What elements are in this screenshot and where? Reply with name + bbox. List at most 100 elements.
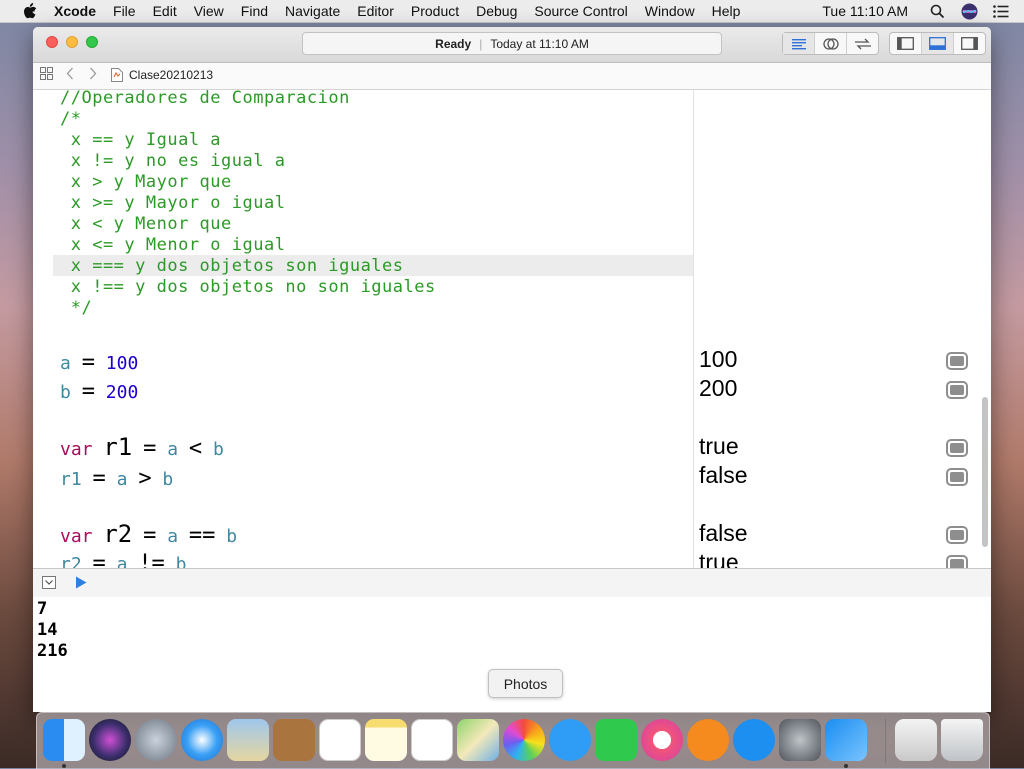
finder-icon[interactable] bbox=[43, 719, 85, 761]
code-identifier: b bbox=[226, 526, 238, 547]
toggle-navigator-button[interactable] bbox=[890, 33, 922, 54]
toggle-inspector-button[interactable] bbox=[954, 33, 985, 54]
code-identifier: b bbox=[162, 469, 174, 490]
minimize-window-button[interactable] bbox=[66, 36, 78, 48]
code-comment-line: x <= y Menor o igual bbox=[60, 235, 286, 255]
siri-icon[interactable] bbox=[960, 2, 978, 20]
quick-look-button[interactable] bbox=[946, 352, 968, 370]
menu-navigate[interactable]: Navigate bbox=[285, 3, 340, 19]
code-operator: = bbox=[143, 523, 157, 548]
navigator-panel-icon bbox=[897, 37, 914, 50]
assistant-editor-button[interactable] bbox=[815, 33, 847, 54]
code-identifier: a bbox=[116, 554, 128, 568]
code-identifier: a bbox=[167, 439, 179, 460]
photos-icon[interactable] bbox=[503, 719, 545, 761]
code-operator: > bbox=[138, 466, 152, 491]
result-value: 200 bbox=[699, 375, 738, 401]
app-store-icon[interactable] bbox=[733, 719, 775, 761]
console-line: 14 bbox=[37, 620, 58, 640]
quick-look-button[interactable] bbox=[946, 468, 968, 486]
playground-file-icon bbox=[111, 68, 123, 85]
code-comment-line: /* bbox=[60, 109, 82, 129]
menu-debug[interactable]: Debug bbox=[476, 3, 517, 19]
code-line-r2: var r2 = a == b bbox=[60, 520, 237, 548]
panel-toggle-group bbox=[889, 32, 986, 55]
code-comment-line: x > y Mayor que bbox=[60, 172, 232, 192]
quick-look-button[interactable] bbox=[946, 555, 968, 568]
code-line-r1: var r1 = a < b bbox=[60, 433, 224, 461]
siri-icon[interactable] bbox=[89, 719, 131, 761]
menu-editor[interactable]: Editor bbox=[357, 3, 394, 19]
reminders-icon[interactable] bbox=[411, 719, 453, 761]
quick-look-button[interactable] bbox=[946, 439, 968, 457]
activity-timestamp: Today at 11:10 AM bbox=[490, 36, 589, 51]
editor-scrollbar[interactable] bbox=[979, 90, 991, 568]
safari-icon[interactable] bbox=[181, 719, 223, 761]
mail-icon[interactable] bbox=[227, 719, 269, 761]
scrollbar-thumb[interactable] bbox=[982, 397, 988, 547]
apple-menu-icon[interactable] bbox=[20, 3, 40, 19]
books-icon[interactable] bbox=[687, 719, 729, 761]
code-number: 200 bbox=[105, 382, 139, 403]
xcode-window: Ready | Today at 11:10 AM Clase20210213 … bbox=[33, 27, 991, 712]
result-value: 100 bbox=[699, 346, 738, 372]
run-playground-icon[interactable] bbox=[75, 576, 87, 594]
spotlight-search-icon[interactable] bbox=[928, 2, 946, 20]
menu-window[interactable]: Window bbox=[645, 3, 695, 19]
window-toolbar: Ready | Today at 11:10 AM bbox=[33, 27, 991, 63]
messages-icon[interactable] bbox=[549, 719, 591, 761]
hide-debug-area-icon[interactable] bbox=[42, 576, 56, 594]
code-line-r1-reassign: r1 = a > b bbox=[60, 466, 173, 491]
zoom-window-button[interactable] bbox=[86, 36, 98, 48]
version-editor-button[interactable] bbox=[847, 33, 878, 54]
dock-tooltip: Photos bbox=[488, 669, 563, 698]
menu-product[interactable]: Product bbox=[411, 3, 459, 19]
version-editor-icon bbox=[854, 38, 871, 49]
code-identifier: r2 bbox=[60, 554, 82, 568]
file-breadcrumb[interactable]: Clase20210213 bbox=[129, 68, 213, 82]
code-operator: == bbox=[188, 523, 216, 548]
quick-look-button[interactable] bbox=[946, 526, 968, 544]
forward-arrow-icon[interactable] bbox=[89, 67, 97, 83]
menubar-clock[interactable]: Tue 11:10 AM bbox=[822, 3, 908, 19]
related-items-icon[interactable] bbox=[40, 67, 53, 83]
downloads-stack-icon[interactable] bbox=[895, 719, 937, 761]
quick-look-button[interactable] bbox=[946, 381, 968, 399]
menu-help[interactable]: Help bbox=[712, 3, 741, 19]
code-identifier: b bbox=[175, 554, 187, 568]
result-value: false bbox=[699, 520, 748, 546]
itunes-icon[interactable] bbox=[641, 719, 683, 761]
maps-icon[interactable] bbox=[457, 719, 499, 761]
code-variable: r1 bbox=[103, 433, 133, 461]
toggle-debug-area-button[interactable] bbox=[922, 33, 954, 54]
assistant-editor-icon bbox=[822, 37, 839, 50]
launchpad-icon[interactable] bbox=[135, 719, 177, 761]
menu-view[interactable]: View bbox=[194, 3, 224, 19]
back-arrow-icon[interactable] bbox=[66, 67, 74, 83]
code-identifier: a bbox=[116, 469, 128, 490]
menu-edit[interactable]: Edit bbox=[153, 3, 177, 19]
code-identifier: r1 bbox=[60, 469, 82, 490]
dock-separator bbox=[885, 719, 886, 763]
code-comment-line: x === y dos objetos son iguales bbox=[60, 256, 404, 276]
menu-file[interactable]: File bbox=[113, 3, 136, 19]
facetime-icon[interactable] bbox=[595, 719, 637, 761]
code-identifier: a bbox=[167, 526, 179, 547]
system-preferences-icon[interactable] bbox=[779, 719, 821, 761]
result-value: false bbox=[699, 462, 748, 488]
close-window-button[interactable] bbox=[46, 36, 58, 48]
contacts-icon[interactable] bbox=[273, 719, 315, 761]
menu-find[interactable]: Find bbox=[241, 3, 268, 19]
notes-icon[interactable] bbox=[365, 719, 407, 761]
code-line-r2-reassign: r2 = a != b bbox=[60, 551, 187, 568]
notification-center-icon[interactable] bbox=[992, 2, 1010, 20]
result-value: true bbox=[699, 433, 739, 459]
trash-icon[interactable] bbox=[941, 719, 983, 761]
code-editor[interactable]: //Operadores de Comparacion /* x == y Ig… bbox=[33, 90, 693, 568]
xcode-icon[interactable] bbox=[825, 719, 867, 761]
running-indicator bbox=[844, 764, 848, 768]
menu-app-name[interactable]: Xcode bbox=[54, 3, 96, 19]
menu-source-control[interactable]: Source Control bbox=[534, 3, 627, 19]
standard-editor-button[interactable] bbox=[783, 33, 815, 54]
calendar-icon[interactable] bbox=[319, 719, 361, 761]
